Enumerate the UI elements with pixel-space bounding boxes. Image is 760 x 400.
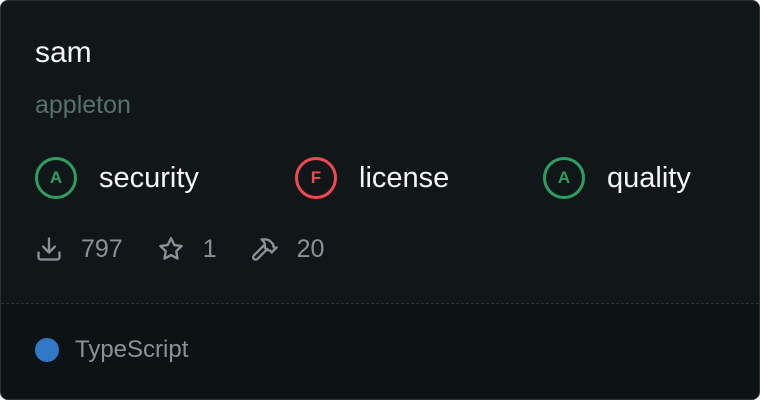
grade-license: F license — [295, 154, 449, 202]
grade-license-label: license — [359, 161, 450, 194]
language-indicator: TypeScript — [35, 336, 188, 364]
grade-quality: A quality — [543, 154, 691, 202]
package-card[interactable]: sam appleton A security F license A qual… — [0, 0, 760, 400]
language-color-dot — [35, 338, 59, 362]
grade-license-badge: F — [295, 157, 337, 199]
grade-quality-label: quality — [607, 161, 691, 194]
stats-row: 797 1 20 — [35, 231, 324, 267]
star-icon — [157, 235, 185, 263]
downloads-count: 797 — [81, 234, 123, 263]
package-owner[interactable]: appleton — [35, 87, 131, 123]
card-footer: TypeScript — [1, 304, 759, 399]
stat-builds: 20 — [251, 234, 325, 264]
builds-count: 20 — [296, 234, 325, 263]
language-name: TypeScript — [75, 336, 189, 363]
stat-downloads: 797 — [35, 235, 123, 264]
grade-security-badge: A — [35, 157, 77, 199]
grade-security-label: security — [99, 161, 199, 194]
download-icon — [35, 235, 63, 263]
package-name[interactable]: sam — [35, 33, 92, 73]
grade-security: A security — [35, 154, 199, 202]
stars-count: 1 — [202, 234, 217, 263]
grade-quality-badge: A — [543, 157, 585, 199]
stat-stars: 1 — [157, 235, 217, 264]
hammer-icon — [251, 235, 279, 263]
